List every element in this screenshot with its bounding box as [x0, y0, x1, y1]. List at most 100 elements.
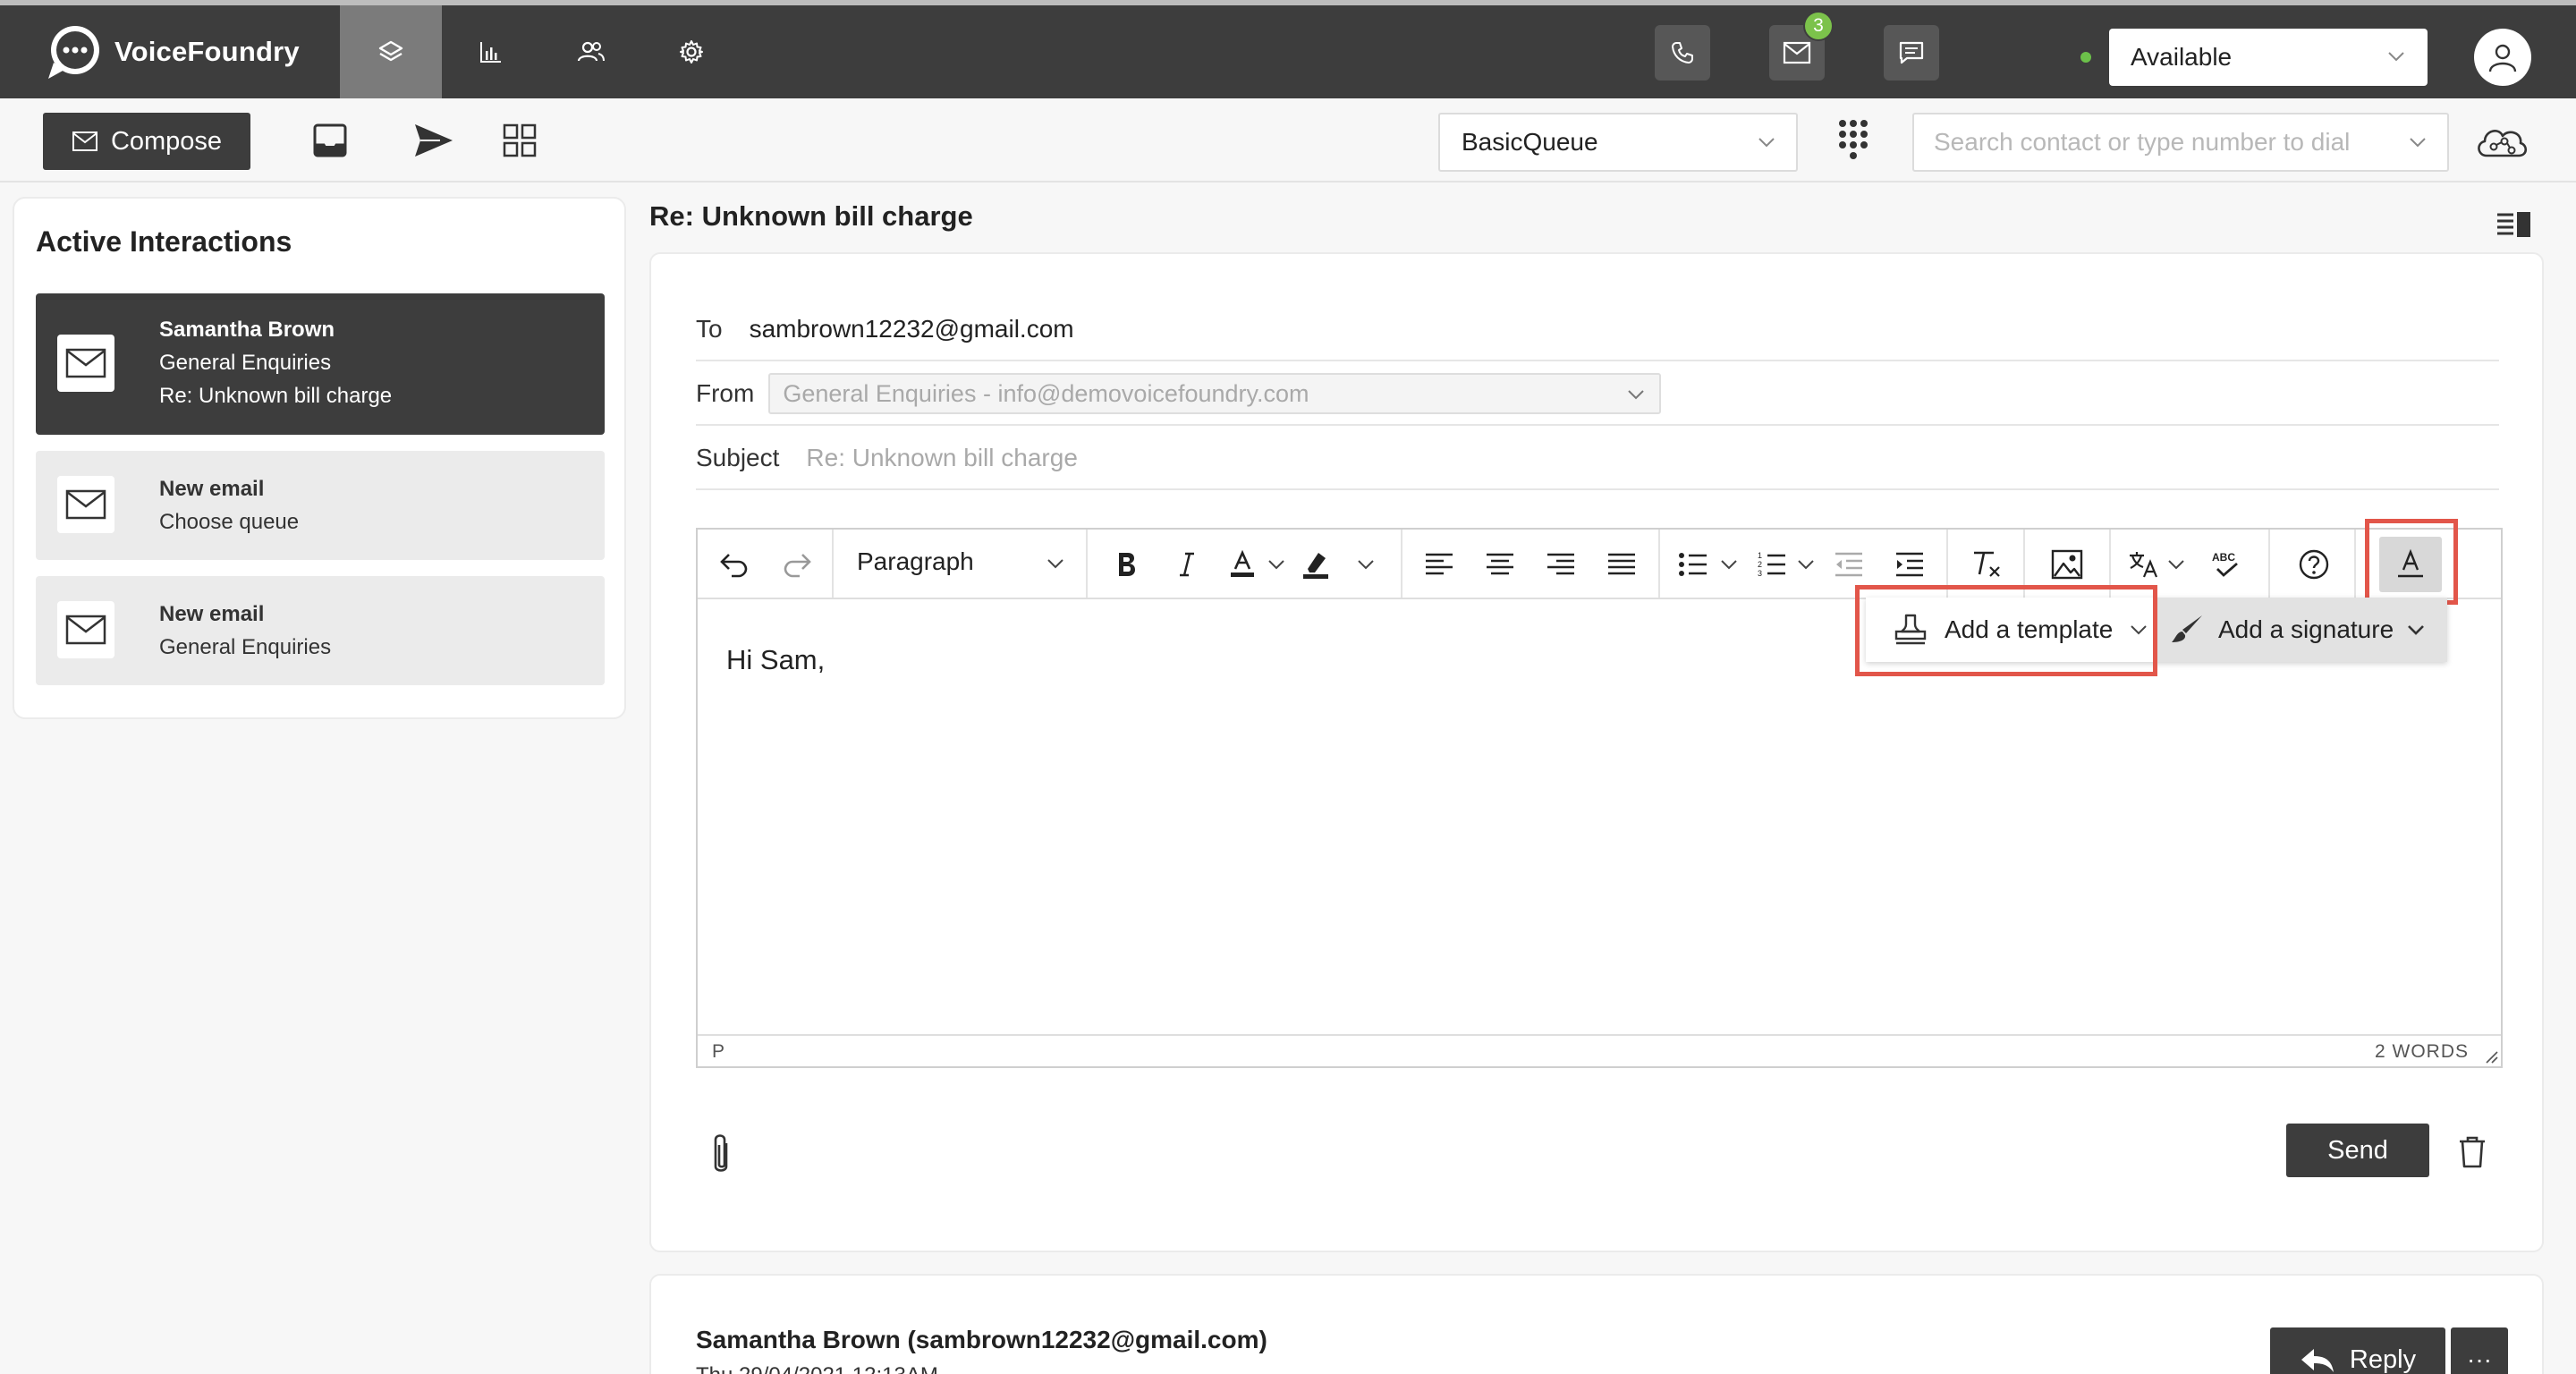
align-left-icon [1426, 553, 1453, 575]
numbered-list-icon: 1 2 3 [1758, 551, 1785, 578]
alignment-group [1402, 530, 1660, 598]
status-indicator [2080, 52, 2091, 63]
dial-search[interactable] [1912, 113, 2449, 172]
from-select[interactable]: General Enquiries - info@demovoicefoundr… [768, 373, 1662, 414]
inbox-button[interactable] [308, 118, 352, 163]
outdent-button[interactable] [1828, 544, 1869, 585]
insert-image-button[interactable] [2046, 544, 2088, 585]
outdent-icon [1835, 552, 1862, 577]
subject-field[interactable]: Re: Unknown bill charge [806, 444, 1078, 472]
numbered-list-button[interactable]: 1 2 3 [1751, 544, 1792, 585]
dial-search-input[interactable] [1934, 128, 2381, 157]
card-contact-name: Samantha Brown [159, 318, 335, 342]
send-button[interactable]: Send [2286, 1124, 2429, 1177]
help-button[interactable] [2293, 544, 2334, 585]
subject-label: Subject [696, 444, 780, 471]
from-value: General Enquiries - info@demovoicefoundr… [783, 379, 1309, 407]
side-panel-toggle-icon[interactable] [2496, 209, 2533, 240]
send-icon [415, 124, 453, 157]
resize-handle-icon[interactable] [2483, 1048, 2499, 1064]
align-justify-icon [1608, 553, 1635, 575]
svg-text:2: 2 [1758, 560, 1762, 569]
redo-button[interactable] [776, 544, 818, 585]
align-left-button[interactable] [1419, 544, 1460, 585]
chevron-down-icon[interactable] [1356, 555, 1376, 574]
indent-button[interactable] [1889, 544, 1930, 585]
attachment-icon[interactable] [703, 1131, 739, 1181]
more-actions-button[interactable]: ··· [2451, 1327, 2508, 1374]
top-bar: VoiceFoundry 3 Available [0, 0, 2576, 98]
highlight-color-button[interactable] [1295, 544, 1336, 585]
to-row: To sambrown12232@gmail.com [696, 299, 2499, 361]
reply-button[interactable]: Reply [2270, 1327, 2445, 1374]
apps-button[interactable] [497, 118, 542, 163]
card-text: New email Choose queue [159, 472, 299, 539]
spellcheck-button[interactable]: ABC [2206, 544, 2247, 585]
compose-button[interactable]: Compose [43, 113, 250, 170]
email-icon-box [57, 476, 114, 533]
help-group [2270, 530, 2356, 598]
clear-formatting-button[interactable] [1966, 544, 2007, 585]
nav-layers[interactable] [340, 5, 442, 98]
undo-button[interactable] [714, 544, 755, 585]
italic-icon [1180, 552, 1194, 577]
bar-chart-icon [480, 42, 501, 63]
nav-settings[interactable] [640, 5, 742, 98]
spellcheck-icon: ABC [2212, 551, 2238, 577]
email-body[interactable]: Hi Sam, [726, 644, 825, 676]
clear-formatting-icon [1974, 551, 2000, 577]
email-icon-box [57, 335, 114, 392]
text-color-button[interactable] [1222, 544, 1263, 585]
to-field[interactable]: sambrown12232@gmail.com [750, 315, 1074, 344]
interaction-card[interactable]: Samantha Brown General Enquiries Re: Unk… [36, 293, 605, 435]
trash-icon[interactable] [2456, 1134, 2488, 1170]
interaction-card[interactable]: New email General Enquiries [36, 576, 605, 685]
block-format-group[interactable]: Paragraph [834, 530, 1088, 598]
align-center-button[interactable] [1479, 544, 1521, 585]
add-signature-button[interactable]: Add a signature [2157, 598, 2447, 662]
active-interactions-panel: Active Interactions Samantha Brown Gener… [13, 197, 626, 719]
agent-status-select[interactable]: Available [2109, 29, 2428, 86]
reply-label: Reply [2349, 1344, 2417, 1374]
chevron-down-icon[interactable] [1267, 555, 1286, 574]
bullet-list-icon [1679, 553, 1707, 576]
inbox-icon [313, 123, 347, 157]
align-justify-button[interactable] [1601, 544, 1642, 585]
chat-button[interactable] [1884, 25, 1939, 81]
dialpad-icon[interactable] [1835, 116, 1871, 166]
element-path[interactable]: P [712, 1041, 724, 1063]
nav-contacts[interactable] [540, 5, 642, 98]
align-right-icon [1547, 553, 1574, 575]
queue-select[interactable]: BasicQueue [1438, 113, 1798, 172]
compose-label: Compose [110, 126, 223, 156]
user-avatar[interactable] [2474, 29, 2531, 86]
align-right-button[interactable] [1540, 544, 1581, 585]
svg-text:ABC: ABC [2212, 551, 2235, 564]
card-queue: Choose queue [159, 510, 300, 534]
bullet-list-button[interactable] [1673, 544, 1714, 585]
chevron-down-icon[interactable] [2166, 555, 2186, 574]
translate-button[interactable] [2123, 544, 2165, 585]
mail-icon [65, 348, 106, 378]
template-signature-bar: Add a template Add a signature [1855, 585, 2447, 676]
card-queue: General Enquiries [159, 351, 332, 375]
cloud-network-icon[interactable] [2474, 116, 2529, 170]
card-text: New email General Enquiries [159, 598, 331, 664]
app-logo[interactable]: VoiceFoundry [41, 20, 300, 84]
chevron-down-icon[interactable] [1796, 555, 1816, 574]
word-count: 2 WORDS [2374, 1041, 2469, 1062]
nav-analytics[interactable] [440, 5, 542, 98]
phone-button[interactable] [1655, 25, 1710, 81]
agent-status-value: Available [2131, 43, 2233, 71]
sent-button[interactable] [411, 118, 456, 163]
italic-button[interactable] [1166, 544, 1208, 585]
mail-button[interactable]: 3 [1769, 11, 1834, 81]
email-history-item: Samantha Brown (sambrown12232@gmail.com)… [649, 1274, 2544, 1374]
interaction-card[interactable]: New email Choose queue [36, 451, 605, 560]
block-format-value: Paragraph [857, 547, 974, 575]
chevron-down-icon[interactable] [1719, 555, 1739, 574]
chevron-down-icon [2388, 52, 2404, 62]
brush-icon [2172, 615, 2202, 642]
editor-toolbar: Paragraph 1 2 3 ABC [698, 519, 2501, 605]
bold-button[interactable] [1106, 544, 1147, 585]
